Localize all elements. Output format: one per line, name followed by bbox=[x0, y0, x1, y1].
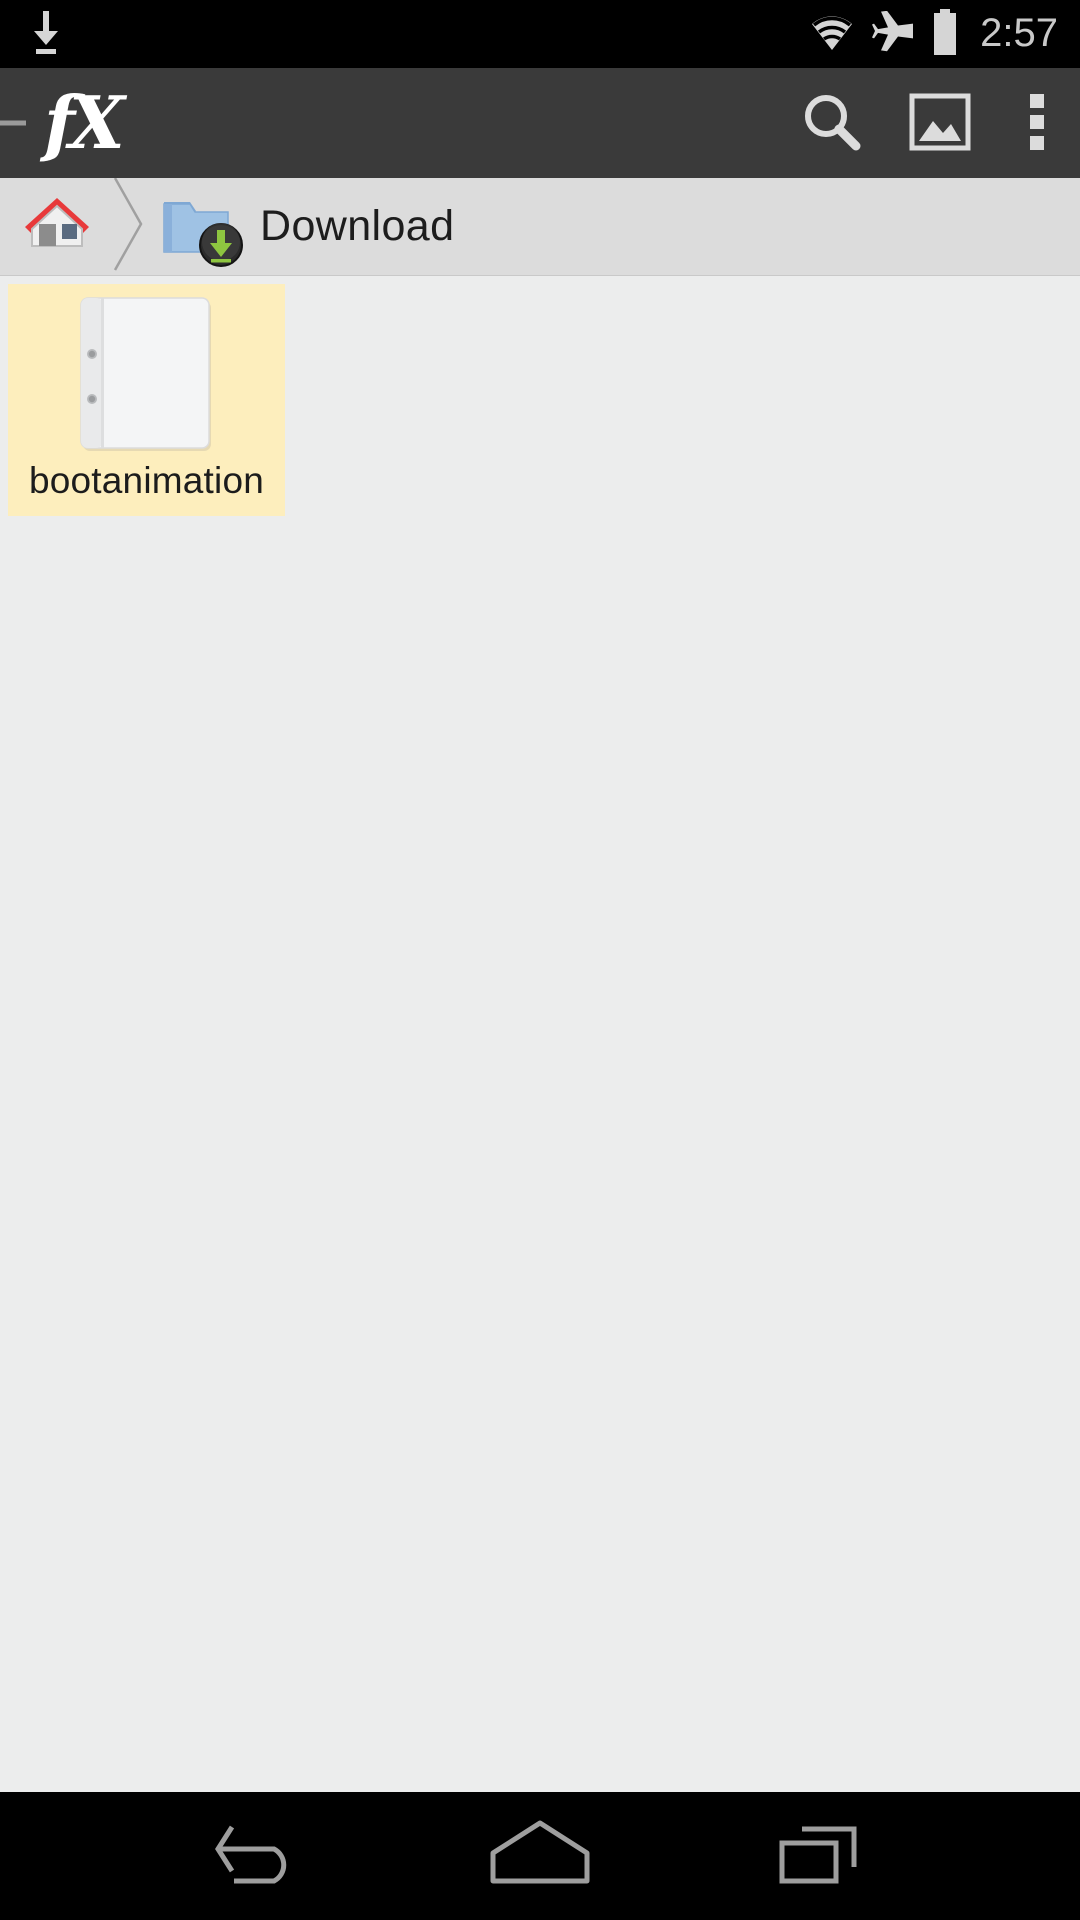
chevron-right-icon bbox=[111, 176, 145, 277]
status-bar-right: 2:57 bbox=[808, 8, 1058, 60]
search-icon bbox=[801, 91, 863, 156]
folder-download-icon bbox=[162, 194, 243, 267]
recents-button[interactable] bbox=[750, 1792, 890, 1920]
file-grid: bootanimation bbox=[0, 276, 1080, 516]
status-bar-clock: 2:57 bbox=[980, 10, 1058, 55]
app-bar-actions bbox=[778, 68, 1080, 178]
airplane-mode-icon bbox=[872, 10, 916, 58]
home-icon bbox=[22, 194, 92, 259]
search-button[interactable] bbox=[778, 68, 886, 178]
app-logo[interactable]: fX bbox=[44, 87, 125, 159]
battery-icon bbox=[932, 8, 958, 60]
android-screen: 2:57 fX Download bootanimation bbox=[0, 0, 1080, 1920]
home-button[interactable] bbox=[470, 1792, 610, 1920]
wifi-icon bbox=[808, 12, 856, 57]
breadcrumb-item-download[interactable]: Download bbox=[150, 178, 454, 275]
overflow-menu-button[interactable] bbox=[994, 68, 1080, 178]
app-bar: fX bbox=[0, 68, 1080, 178]
download-badge-icon bbox=[198, 222, 244, 268]
download-indicator-icon bbox=[26, 9, 66, 60]
image-icon bbox=[909, 93, 971, 154]
document-file-icon bbox=[78, 296, 216, 454]
system-navigation-bar bbox=[0, 1792, 1080, 1920]
drawer-edge-hint-icon[interactable] bbox=[0, 120, 26, 126]
back-button[interactable] bbox=[190, 1792, 330, 1920]
file-browser-content: bootanimation bbox=[0, 276, 1080, 1792]
breadcrumb-separator bbox=[106, 176, 150, 277]
status-bar-left bbox=[26, 9, 66, 60]
file-tile-label: bootanimation bbox=[28, 460, 265, 501]
recent-apps-icon bbox=[776, 1819, 864, 1894]
file-tile-bootanimation[interactable]: bootanimation bbox=[8, 284, 285, 516]
home-outline-icon bbox=[487, 1819, 593, 1894]
status-bar: 2:57 bbox=[0, 0, 1080, 68]
breadcrumb: Download bbox=[0, 176, 1080, 277]
gallery-button[interactable] bbox=[886, 68, 994, 178]
breadcrumb-item-home[interactable] bbox=[0, 178, 106, 275]
back-arrow-icon bbox=[212, 1819, 308, 1894]
breadcrumb-current-label: Download bbox=[260, 202, 455, 250]
overflow-menu-icon bbox=[1029, 91, 1045, 156]
